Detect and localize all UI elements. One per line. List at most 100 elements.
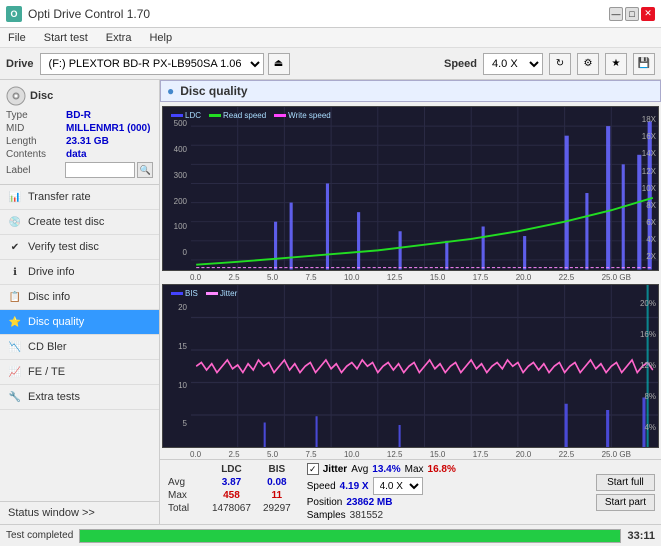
y-label-20pct: 20% xyxy=(634,299,656,308)
jitter-legend-color xyxy=(206,292,218,295)
status-window-button[interactable]: Status window >> xyxy=(0,501,159,524)
nav-verify-test-disc[interactable]: ✔ Verify test disc xyxy=(0,235,159,260)
ldc-legend: LDC xyxy=(171,111,201,120)
disc-label-label: Label xyxy=(6,165,65,176)
start-full-button[interactable]: Start full xyxy=(596,474,655,491)
read-speed-legend: Read speed xyxy=(209,111,266,120)
stats-total-bis: 29297 xyxy=(257,502,297,515)
stats-total-ldc: 1478067 xyxy=(206,502,257,515)
disc-type-row: Type BD-R xyxy=(6,110,153,121)
disc-label-button[interactable]: 🔍 xyxy=(137,162,153,178)
y-label-4x: 4X xyxy=(634,235,656,244)
star-button[interactable]: ★ xyxy=(605,53,627,75)
stats-data-table: LDC BIS Avg 3.87 0.08 Max 458 11 Total xyxy=(166,463,297,515)
chart-header: ● Disc quality xyxy=(160,80,661,102)
nav-create-test-disc[interactable]: 💿 Create test disc xyxy=(0,210,159,235)
stats-area: LDC BIS Avg 3.87 0.08 Max 458 11 Total xyxy=(160,459,661,524)
nav-disc-info[interactable]: 📋 Disc info xyxy=(0,285,159,310)
speed-label: Speed xyxy=(444,58,477,70)
speed-stat-select[interactable]: 4.0 X xyxy=(373,477,423,495)
y-label-8pct: 8% xyxy=(634,392,656,401)
upper-legend: LDC Read speed Write speed xyxy=(167,109,335,122)
y-label-18x: 18X xyxy=(634,115,656,124)
lx-label-20: 20.0 xyxy=(516,450,532,459)
sidebar: Disc Type BD-R MID MILLENMR1 (000) Lengt… xyxy=(0,80,160,524)
maximize-button[interactable]: □ xyxy=(625,7,639,21)
nav-fe-te[interactable]: 📈 FE / TE xyxy=(0,360,159,385)
close-button[interactable]: ✕ xyxy=(641,7,655,21)
samples-value: 381552 xyxy=(350,510,383,521)
save-button[interactable]: 💾 xyxy=(633,53,655,75)
disc-icon xyxy=(6,86,26,106)
lx-label-10: 10.0 xyxy=(344,450,360,459)
nav-transfer-rate[interactable]: 📊 Transfer rate xyxy=(0,185,159,210)
jitter-checkbox[interactable]: ✓ xyxy=(307,463,319,475)
speed-stat-value: 4.19 X xyxy=(340,481,369,492)
samples-label: Samples xyxy=(307,510,346,521)
disc-label-input[interactable] xyxy=(65,162,135,178)
y-label-200: 200 xyxy=(165,197,187,206)
lower-chart-svg xyxy=(191,285,658,448)
disc-mid-row: MID MILLENMR1 (000) xyxy=(6,123,153,134)
lx-label-12-5: 12.5 xyxy=(387,450,403,459)
drive-select[interactable]: (F:) PLEXTOR BD-R PX-LB950SA 1.06 xyxy=(40,53,264,75)
title-bar-left: O Opti Drive Control 1.70 xyxy=(6,6,150,22)
nav-extra-tests[interactable]: 🔧 Extra tests xyxy=(0,385,159,410)
eject-button[interactable]: ⏏ xyxy=(268,53,290,75)
jitter-legend: Jitter xyxy=(206,289,237,298)
nav-extra-tests-label: Extra tests xyxy=(28,391,80,403)
status-window-label: Status window >> xyxy=(8,507,95,519)
write-speed-legend: Write speed xyxy=(274,111,331,120)
y-label-8x: 8X xyxy=(634,201,656,210)
bis-legend-color xyxy=(171,292,183,295)
nav-disc-info-label: Disc info xyxy=(28,291,70,303)
bis-legend-label: BIS xyxy=(185,289,198,298)
y-label-14x: 14X xyxy=(634,149,656,158)
nav-disc-quality[interactable]: ⭐ Disc quality xyxy=(0,310,159,335)
position-value: 23862 MB xyxy=(346,497,392,508)
bis-legend: BIS xyxy=(171,289,198,298)
stats-max-row: Max 458 11 xyxy=(166,489,297,502)
app-icon: O xyxy=(6,6,22,22)
menu-help[interactable]: Help xyxy=(145,31,176,45)
x-label-20: 20.0 xyxy=(516,273,532,282)
disc-contents-label: Contents xyxy=(6,149,66,160)
menu-start-test[interactable]: Start test xyxy=(40,31,92,45)
disc-info-icon: 📋 xyxy=(8,290,22,304)
chart-title: Disc quality xyxy=(180,84,247,98)
lx-label-5: 5.0 xyxy=(267,450,278,459)
stats-empty-header xyxy=(166,463,206,476)
lower-y-axis-right: 20% 16% 12% 8% 4% xyxy=(632,285,658,448)
nav-drive-info[interactable]: ℹ Drive info xyxy=(0,260,159,285)
nav-cd-bler[interactable]: 📉 CD Bler xyxy=(0,335,159,360)
refresh-button[interactable]: ↻ xyxy=(549,53,571,75)
x-label-10: 10.0 xyxy=(344,273,360,282)
disc-quality-icon: ⭐ xyxy=(8,315,22,329)
nav-drive-info-label: Drive info xyxy=(28,266,74,278)
disc-contents-value: data xyxy=(66,149,87,160)
lower-y-axis-left: 20 15 10 5 xyxy=(163,285,189,448)
x-label-2-5: 2.5 xyxy=(228,273,239,282)
stats-max-bis: 11 xyxy=(257,489,297,502)
lx-label-0: 0.0 xyxy=(190,450,201,459)
menu-extra[interactable]: Extra xyxy=(102,31,136,45)
y-label-2x: 2X xyxy=(634,252,656,261)
settings-button[interactable]: ⚙ xyxy=(577,53,599,75)
lx-label-2-5: 2.5 xyxy=(228,450,239,459)
menu-file[interactable]: File xyxy=(4,31,30,45)
speed-row: Speed 4.19 X 4.0 X xyxy=(307,477,586,495)
x-label-22-5: 22.5 xyxy=(559,273,575,282)
minimize-button[interactable]: — xyxy=(609,7,623,21)
disc-length-label: Length xyxy=(6,136,66,147)
write-speed-legend-color xyxy=(274,114,286,117)
y-label-16x: 16X xyxy=(634,132,656,141)
y-label-20: 20 xyxy=(165,303,187,312)
start-part-button[interactable]: Start part xyxy=(596,494,655,511)
lx-label-17-5: 17.5 xyxy=(473,450,489,459)
bottom-status: Test completed xyxy=(6,530,73,541)
write-speed-legend-label: Write speed xyxy=(288,111,331,120)
samples-row: Samples 381552 xyxy=(307,510,586,521)
nav-verify-test-disc-label: Verify test disc xyxy=(28,241,99,253)
speed-select-toolbar[interactable]: 4.0 X xyxy=(483,53,543,75)
y-label-5: 5 xyxy=(165,419,187,428)
